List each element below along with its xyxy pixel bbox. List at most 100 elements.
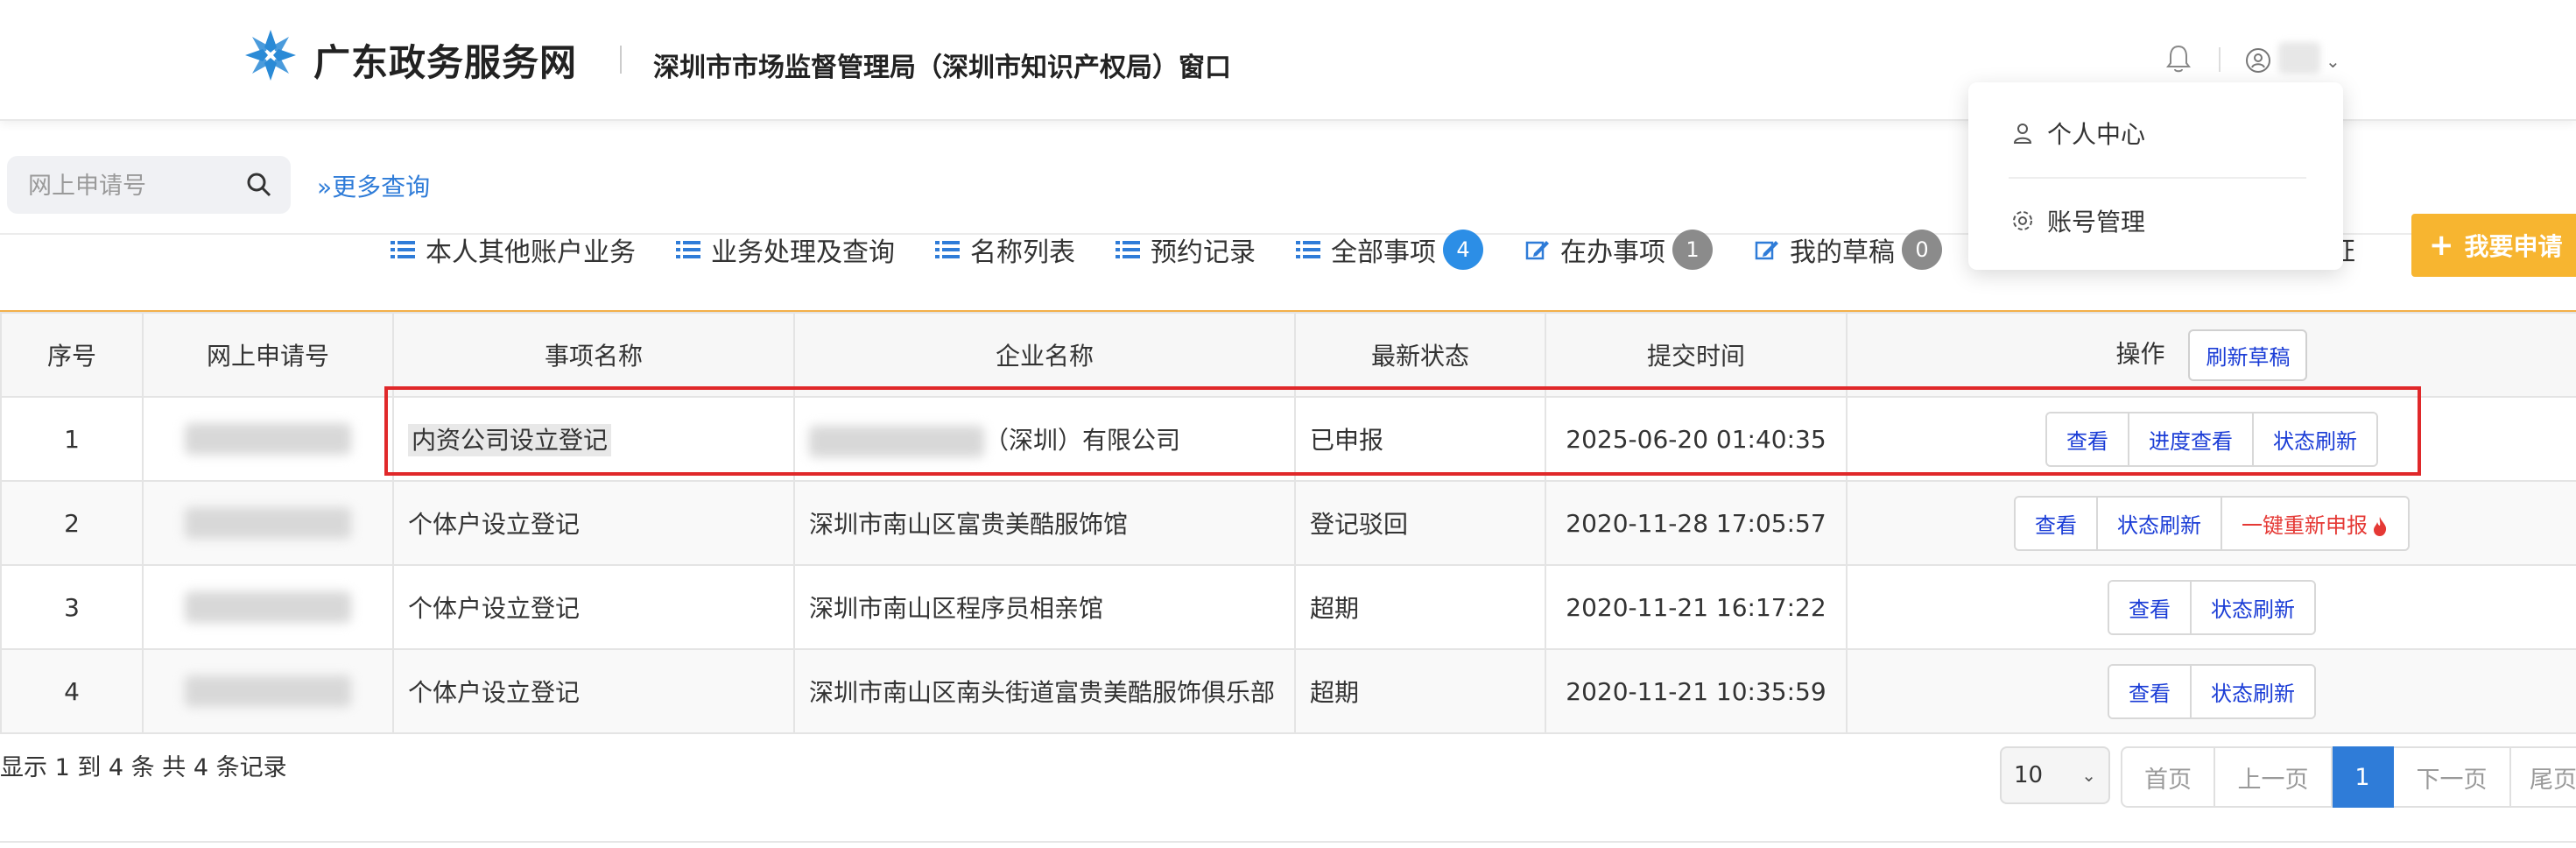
row-submit-time: 2020-11-21 16:17:22 — [1545, 564, 1848, 650]
row-index: 4 — [0, 648, 144, 734]
more-query-link[interactable]: »更多查询 — [317, 168, 430, 203]
status-refresh-button[interactable]: 状态刷新 — [2098, 497, 2222, 549]
page-next[interactable]: 下一页 — [2394, 746, 2511, 808]
fire-icon — [2374, 516, 2387, 536]
row-actions: 查看 进度查看 状态刷新 — [1846, 396, 2576, 482]
row-submit-time: 2020-11-28 17:05:57 — [1545, 480, 1848, 566]
page-last[interactable]: 尾页 — [2511, 746, 2576, 808]
table-row: 2 个体户设立登记 深圳市南山区富贵美酷服饰馆 登记驳回 2020-11-28 … — [0, 480, 2576, 566]
list-icon — [391, 241, 415, 258]
page-1[interactable]: 1 — [2333, 746, 2394, 808]
table-row: 3 个体户设立登记 深圳市南山区程序员相亲馆 超期 2020-11-21 16:… — [0, 564, 2576, 650]
view-button[interactable]: 查看 — [2109, 581, 2192, 633]
pagination: 10 ⌄ 首页 上一页 1 下一页 尾页 — [2000, 746, 2576, 808]
header-separator — [2219, 47, 2221, 72]
row-item-name: 个体户设立登记 — [392, 480, 795, 566]
page-size-select[interactable]: 10 ⌄ — [2000, 746, 2110, 804]
application-no-redacted — [142, 396, 394, 482]
chevron-down-icon[interactable]: ⌄ — [2326, 51, 2340, 72]
tab-all-items[interactable]: 全部事项 4 — [1296, 230, 1483, 270]
dropdown-divider — [2009, 177, 2306, 179]
row-actions: 查看 状态刷新 — [1846, 564, 2576, 650]
bell-icon[interactable] — [2164, 44, 2192, 75]
page-first[interactable]: 首页 — [2121, 746, 2215, 808]
bottom-divider — [0, 841, 2576, 843]
header-index: 序号 — [0, 312, 144, 398]
row-item-name: 个体户设立登记 — [392, 564, 795, 650]
user-dropdown-menu: 个人中心 账号管理 — [1968, 82, 2343, 270]
list-icon — [935, 241, 960, 258]
row-company-name: 深圳市南山区南头街道富贵美酷服饰俱乐部 — [793, 648, 1296, 734]
row-actions: 查看 状态刷新 — [1846, 648, 2576, 734]
record-summary: 显示 1 到 4 条 共 4 条记录 — [0, 754, 287, 781]
list-icon — [1116, 241, 1140, 258]
application-no-redacted — [142, 480, 394, 566]
row-submit-time: 2020-11-21 10:35:59 — [1545, 648, 1848, 734]
header-divider — [620, 46, 622, 74]
application-no-redacted — [142, 648, 394, 734]
department-name: 深圳市市场监督管理局（深圳市知识产权局）窗口 — [653, 53, 1231, 83]
tab-business-query[interactable]: 业务处理及查询 — [676, 230, 895, 270]
action-button-group: 查看 状态刷新 — [2108, 579, 2316, 635]
status-refresh-button[interactable]: 状态刷新 — [2192, 665, 2314, 717]
tab-other-accounts[interactable]: 本人其他账户业务 — [391, 230, 636, 270]
user-icon — [2013, 124, 2032, 144]
company-name-redacted — [809, 425, 984, 457]
header-actions: 操作 刷新草稿 — [1846, 312, 2576, 398]
application-no-redacted — [142, 564, 394, 650]
search-input[interactable] — [26, 156, 240, 216]
action-button-group: 查看 状态刷新 一键重新申报 — [2014, 495, 2410, 551]
count-badge: 1 — [1672, 230, 1713, 270]
status-refresh-button[interactable]: 状态刷新 — [2192, 581, 2314, 633]
view-button[interactable]: 查看 — [2016, 497, 2098, 549]
row-company-name: 深圳市南山区程序员相亲馆 — [793, 564, 1296, 650]
search-icon[interactable] — [245, 171, 273, 199]
resubmit-button[interactable]: 一键重新申报 — [2222, 497, 2408, 549]
gear-icon — [2013, 211, 2032, 230]
site-logo-text[interactable]: 广东政务服务网 — [313, 33, 577, 87]
guangdong-logo-icon — [245, 30, 296, 81]
edit-icon — [1755, 241, 1778, 260]
plus-icon: + — [2429, 228, 2454, 263]
account-management-item[interactable]: 账号管理 — [2010, 203, 2145, 238]
tab-my-drafts[interactable]: 我的草稿 0 — [1755, 230, 1942, 270]
row-actions: 查看 状态刷新 一键重新申报 — [1846, 480, 2576, 566]
table-header-row: 序号 网上申请号 事项名称 企业名称 最新状态 提交时间 操作 刷新草稿 — [0, 312, 2576, 398]
row-status: 超期 — [1294, 648, 1546, 734]
header-application-no: 网上申请号 — [142, 312, 394, 398]
list-icon — [1296, 241, 1320, 258]
row-company-name: 深圳市南山区富贵美酷服饰馆 — [793, 480, 1296, 566]
apply-button[interactable]: + 我要申请 — [2411, 214, 2576, 277]
table-row: 4 个体户设立登记 深圳市南山区南头街道富贵美酷服饰俱乐部 超期 2020-11… — [0, 648, 2576, 734]
header-item-name: 事项名称 — [392, 312, 795, 398]
view-button[interactable]: 查看 — [2047, 413, 2129, 465]
page-prev[interactable]: 上一页 — [2215, 746, 2333, 808]
application-table: 序号 网上申请号 事项名称 企业名称 最新状态 提交时间 操作 刷新草稿 1 内… — [0, 312, 2576, 734]
tab-in-progress[interactable]: 在办事项 1 — [1525, 230, 1713, 270]
user-name-redacted[interactable] — [2278, 42, 2320, 74]
view-button[interactable]: 查看 — [2109, 665, 2192, 717]
row-item-name: 内资公司设立登记 — [392, 396, 795, 482]
row-status: 超期 — [1294, 564, 1546, 650]
tab-appointments[interactable]: 预约记录 — [1116, 230, 1256, 270]
header-status: 最新状态 — [1294, 312, 1546, 398]
row-status: 登记驳回 — [1294, 480, 1546, 566]
count-badge: 4 — [1443, 230, 1483, 270]
row-status: 已申报 — [1294, 396, 1546, 482]
personal-center-item[interactable]: 个人中心 — [2010, 116, 2145, 151]
edit-icon — [1525, 241, 1549, 260]
count-badge: 0 — [1902, 230, 1942, 270]
row-index: 1 — [0, 396, 144, 482]
status-refresh-button[interactable]: 状态刷新 — [2254, 413, 2376, 465]
search-box — [7, 156, 291, 216]
row-index: 2 — [0, 480, 144, 566]
refresh-draft-button[interactable]: 刷新草稿 — [2188, 329, 2308, 381]
row-item-name: 个体户设立登记 — [392, 648, 795, 734]
list-icon — [676, 241, 700, 258]
table-row: 1 内资公司设立登记 （深圳）有限公司 已申报 2025-06-20 01:40… — [0, 396, 2576, 482]
user-avatar-icon[interactable] — [2245, 47, 2271, 74]
progress-view-button[interactable]: 进度查看 — [2129, 413, 2254, 465]
tab-name-list[interactable]: 名称列表 — [935, 230, 1075, 270]
row-index: 3 — [0, 564, 144, 650]
row-company-name: （深圳）有限公司 — [793, 396, 1296, 482]
